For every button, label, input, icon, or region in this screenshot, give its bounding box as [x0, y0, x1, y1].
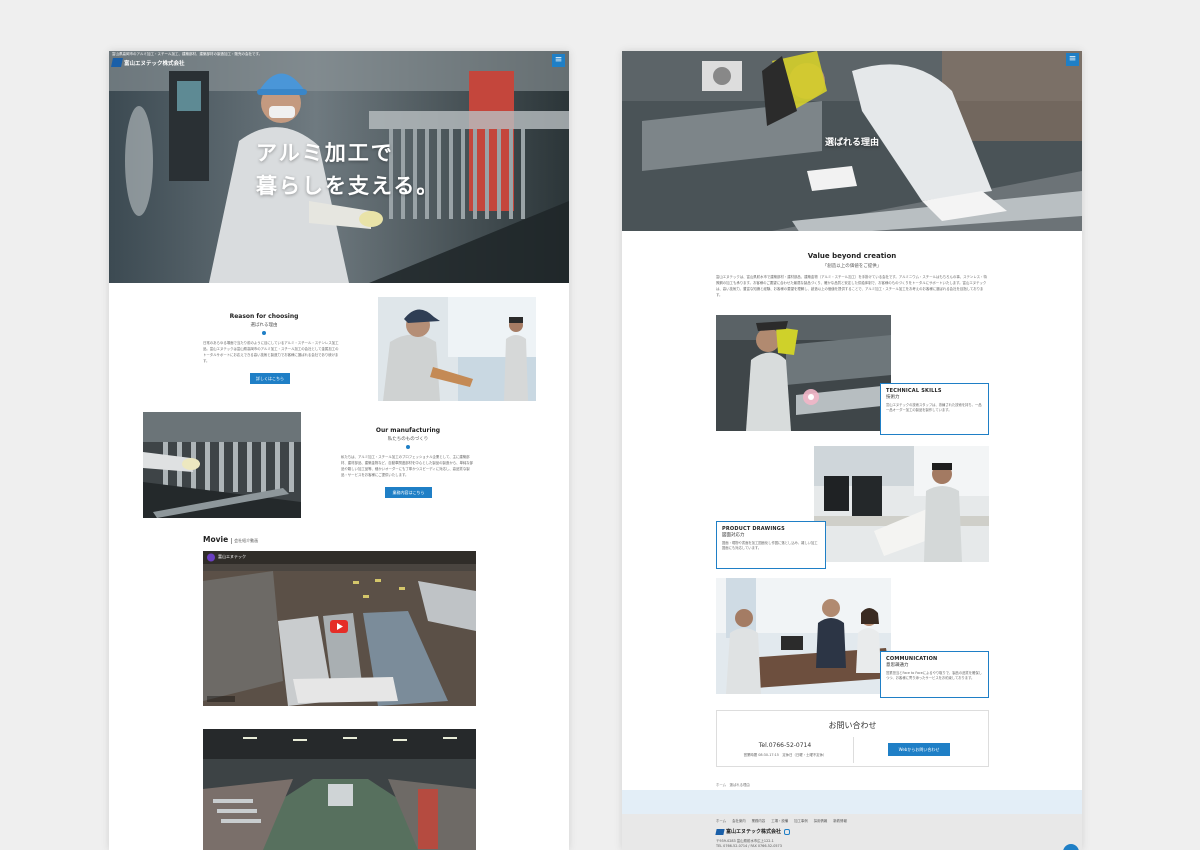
- footer-nav-business[interactable]: 業務内容: [752, 818, 766, 823]
- header-tagline: 富山県高岡市のアルミ加工・スチール加工、建築部材、建築部材の製造加工・販売の会社…: [112, 52, 263, 56]
- manufacturing-image: [143, 412, 301, 518]
- contact-tel[interactable]: Tel.0766-52-0714: [717, 742, 853, 749]
- factory-interior-photo: [203, 729, 476, 850]
- reason-text: 日常のあらゆる場面で当たり前のように目にしているアルミ・スチール・ステンレス加工…: [203, 341, 339, 363]
- product-drawings-card: PRODUCT DRAWINGS 図面対応力 図面・現物や書面を加工図面化し作図…: [716, 521, 826, 569]
- footer-nav-cases[interactable]: 加工事例: [794, 818, 808, 823]
- skill-text: 富山エヌテックの技術スタッフは、熟練された技術を持ち、一品一品オーダー加工の製品…: [886, 403, 982, 412]
- communication-card: COMMUNICATION 意思疎通力 営業担当とFace to Faceによる…: [880, 651, 989, 698]
- reason-workers-photo: [378, 297, 536, 401]
- manufacturing-text: 私たちは、アルミ加工・スチール加工のプロフェッショナル企業として、主に建築部材、…: [341, 455, 474, 477]
- office-desk-photo: [814, 446, 989, 562]
- reason-dot: [262, 331, 266, 335]
- left-page-preview: 富山県高岡市のアルミ加工・スチール加工、建築部材、建築部材の製造加工・販売の会社…: [109, 51, 569, 850]
- technical-skills-image: [716, 315, 891, 431]
- reason-title: Reason for choosing: [229, 313, 299, 320]
- hero-line-2: 暮らしを支える。: [256, 174, 440, 198]
- communication-image: [716, 578, 891, 694]
- skill-subtitle: 意思疎通力: [886, 663, 909, 668]
- logo-mark-icon: [111, 58, 123, 67]
- hero-heading: アルミ加工で 暮らしを支える。: [256, 137, 439, 203]
- value-text: 富山エヌテックは、富山県射水市で建築部材・建材部品、建築金物（アルミ・スチール加…: [716, 275, 987, 297]
- footer-address: 〒939-0283 富山県射水市広上122-1: [716, 839, 774, 843]
- movie-title: Movie: [203, 535, 229, 544]
- movie-video-player[interactable]: [203, 551, 476, 706]
- site-logo[interactable]: 富山エヌテック株式会社: [111, 58, 185, 67]
- contact-hours: 営業時間 08:30-17:15 定休日（日曜・土曜不定休）: [743, 753, 827, 757]
- product-drawings-image: [814, 446, 989, 562]
- skill-subtitle: 技術力: [886, 395, 900, 400]
- menu-icon[interactable]: ≡: [552, 54, 565, 67]
- skill-text: 図面・現物や書面を加工図面化し作図に落とし込み、難しい加工図面にも対応しています…: [722, 541, 818, 550]
- right-page-preview: ≡ 選ばれる理由 Value beyond creation 「創造以上の価値を…: [622, 51, 1082, 850]
- footer-nav-facilities[interactable]: 工場・設備: [771, 818, 788, 823]
- value-title: Value beyond creation: [807, 252, 897, 260]
- manufacturing-title: Our manufacturing: [375, 427, 441, 434]
- logo-mark-icon: [715, 828, 725, 835]
- skill-subtitle: 図面対応力: [722, 533, 745, 538]
- footer-nav-news[interactable]: 新着情報: [833, 818, 847, 823]
- press-brake-photo: [143, 412, 301, 518]
- reason-subtitle: 選ばれる理由: [250, 323, 278, 328]
- skill-text: 営業担当とFace to Faceによるやり取りで、製品の品質を確保しつつ、お客…: [886, 671, 982, 680]
- hero-label: 選ばれる理由: [824, 138, 879, 148]
- footer-company-name: 富山エヌテック株式会社: [726, 829, 782, 835]
- logo-text: 富山エヌテック株式会社: [124, 60, 185, 67]
- manufacturing-dot: [406, 445, 410, 449]
- web-contact-button[interactable]: Webからお問い合わせ: [888, 743, 950, 756]
- factory-interior-image: [203, 729, 476, 850]
- manufacturing-subtitle: 私たちのものづくり: [387, 437, 429, 442]
- welding-photo: [716, 315, 891, 431]
- reason-more-button[interactable]: 詳しくはこちら: [250, 373, 290, 384]
- meeting-photo: [716, 578, 891, 694]
- aerial-factory-video: [203, 551, 476, 706]
- movie-subtitle: 会社紹介動画: [231, 538, 258, 544]
- movie-channel-name: 富山エヌテック: [218, 554, 246, 559]
- movie-heading: Movie 会社紹介動画: [203, 535, 258, 544]
- contact-divider: [853, 737, 854, 763]
- contact-title: お問い合わせ: [828, 721, 877, 730]
- hero-line-1: アルミ加工で: [256, 141, 394, 165]
- footer-logo[interactable]: 富山エヌテック株式会社: [715, 828, 791, 835]
- light-blue-band: [622, 790, 1082, 814]
- footer-nav-recruit[interactable]: 採用情報: [814, 818, 828, 823]
- technical-skills-card: TECHNICAL SKILLS 技術力 富山エヌテックの技術スタッフは、熟練さ…: [880, 383, 989, 435]
- business-more-button[interactable]: 業務内容はこちら: [385, 487, 432, 498]
- instagram-icon[interactable]: [784, 828, 791, 835]
- footer-nav-company[interactable]: 会社案内: [732, 818, 746, 823]
- value-subtitle: 「創造以上の価値をご提供」: [822, 264, 882, 269]
- menu-icon[interactable]: ≡: [1066, 53, 1079, 66]
- footer-nav: ホーム 会社案内 業務内容 工場・設備 加工事例 採用情報 新着情報: [716, 818, 847, 823]
- breadcrumb[interactable]: ホーム 選ばれる理由: [716, 782, 750, 787]
- contact-box: お問い合わせ Tel.0766-52-0714 営業時間 08:30-17:15…: [716, 710, 989, 767]
- reason-image: [378, 297, 536, 401]
- footer-tel-fax: TEL 0766-52-0714 / FAX 0766-52-0573: [716, 844, 782, 848]
- footer-nav-home[interactable]: ホーム: [716, 818, 726, 823]
- footer: ホーム 会社案内 業務内容 工場・設備 加工事例 採用情報 新着情報 富山エヌテ…: [622, 814, 1082, 850]
